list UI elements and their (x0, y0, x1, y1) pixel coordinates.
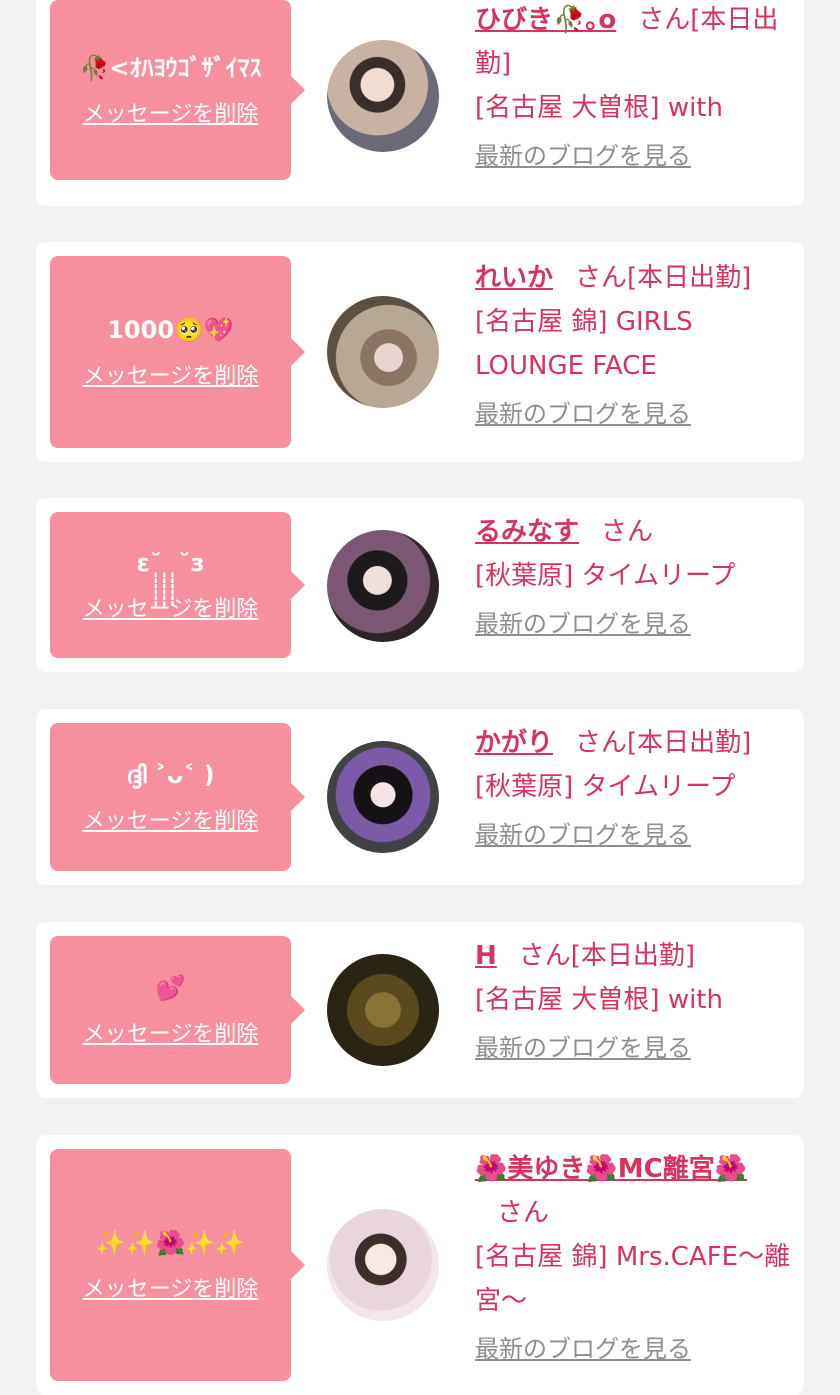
profile-info: るみなす さん [秋葉原] タイムリープ 最新のブログを見る (475, 510, 795, 646)
honorific: さん (518, 941, 571, 971)
avatar[interactable] (327, 741, 439, 853)
message-text: ε˘̩̩̩̩̩̩ ̩̩̩̩̩̩ ̩̩̩̩̩̩˘з (136, 549, 205, 577)
profile-name-link[interactable]: るみなす (475, 517, 579, 547)
profile-name-link[interactable]: 🌺美ゆき🌺MC離宮🌺 (475, 1154, 747, 1184)
shop-label: [名古屋 錦] GIRLS LOUNGE FACE (475, 307, 693, 381)
delete-message-link[interactable]: メッセージを削除 (83, 358, 259, 390)
latest-blog-link[interactable]: 最新のブログを見る (475, 608, 691, 640)
profile-info: H さん[本日出勤] [名古屋 大曽根] with 最新のブログを見る (475, 934, 795, 1070)
avatar[interactable] (327, 1209, 439, 1321)
message-card: ε˘̩̩̩̩̩̩ ̩̩̩̩̩̩ ̩̩̩̩̩̩˘з メッセージを削除 るみなす さん… (36, 498, 804, 672)
latest-blog-link[interactable]: 最新のブログを見る (475, 398, 691, 430)
message-text: ദ്ദി ˃ᴗ˂ ) (126, 761, 215, 789)
delete-message-link[interactable]: メッセージを削除 (83, 803, 259, 835)
profile-info: れいか さん[本日出勤] [名古屋 錦] GIRLS LOUNGE FACE 最新… (475, 256, 795, 436)
message-card: ✨✨🌺✨✨ メッセージを削除 🌺美ゆき🌺MC離宮🌺 さん [名古屋 錦] Mrs.… (36, 1135, 804, 1395)
message-text: 1000🥺💖 (107, 316, 234, 344)
shop-label: [名古屋 大曽根] with (475, 985, 723, 1015)
status-badge: [本日出勤] (570, 941, 696, 971)
message-card: 💕 メッセージを削除 H さん[本日出勤] [名古屋 大曽根] with 最新のブ… (36, 922, 804, 1098)
profile-info: かがり さん[本日出勤] [秋葉原] タイムリープ 最新のブログを見る (475, 721, 795, 857)
honorific: さん (601, 517, 654, 547)
profile-name-link[interactable]: H (475, 941, 497, 971)
profile-info: ひびき🥀｡o さん[本日出勤] [名古屋 大曽根] with 最新のブログを見る (475, 0, 795, 178)
message-bubble: 💕 メッセージを削除 (50, 936, 305, 1084)
honorific: さん (497, 1198, 550, 1228)
honorific: さん (575, 263, 628, 293)
latest-blog-link[interactable]: 最新のブログを見る (475, 1032, 691, 1064)
message-bubble: ✨✨🌺✨✨ メッセージを削除 (50, 1149, 305, 1381)
profile-name-link[interactable]: れいか (475, 263, 553, 293)
profile-info: 🌺美ゆき🌺MC離宮🌺 さん [名古屋 錦] Mrs.CAFE～離宮～ 最新のブログ… (475, 1147, 795, 1371)
shop-label: [秋葉原] タイムリープ (475, 772, 736, 802)
status-badge: [本日出勤] (627, 263, 752, 293)
message-text: 🥀<ｵﾊﾖｳｺﾞｻﾞｲﾏｽ (79, 54, 262, 82)
delete-message-link[interactable]: メッセージを削除 (83, 1016, 259, 1048)
message-bubble: ദ്ദി ˃ᴗ˂ ) メッセージを削除 (50, 723, 305, 871)
latest-blog-link[interactable]: 最新のブログを見る (475, 140, 691, 172)
profile-name-link[interactable]: かがり (475, 728, 553, 758)
delete-message-link[interactable]: メッセージを削除 (83, 591, 259, 623)
message-card: 🥀<ｵﾊﾖｳｺﾞｻﾞｲﾏｽ メッセージを削除 ひびき🥀｡o さん[本日出勤] [名… (36, 0, 804, 206)
latest-blog-link[interactable]: 最新のブログを見る (475, 1333, 691, 1365)
shop-label: [名古屋 大曽根] with (475, 93, 723, 123)
avatar[interactable] (327, 530, 439, 642)
avatar[interactable] (327, 954, 439, 1066)
status-badge: [本日出勤] (627, 728, 752, 758)
latest-blog-link[interactable]: 最新のブログを見る (475, 819, 691, 851)
delete-message-link[interactable]: メッセージを削除 (83, 96, 259, 128)
shop-label: [秋葉原] タイムリープ (475, 561, 736, 591)
avatar[interactable] (327, 296, 439, 408)
message-card: ദ്ദി ˃ᴗ˂ ) メッセージを削除 かがり さん[本日出勤] [秋葉原] タイ… (36, 709, 804, 885)
message-bubble: 1000🥺💖 メッセージを削除 (50, 256, 305, 448)
honorific: さん (575, 728, 628, 758)
honorific: さん (638, 5, 691, 35)
avatar[interactable] (327, 40, 439, 152)
message-bubble: 🥀<ｵﾊﾖｳｺﾞｻﾞｲﾏｽ メッセージを削除 (50, 0, 305, 180)
shop-label: [名古屋 錦] Mrs.CAFE～離宮～ (475, 1242, 791, 1316)
message-bubble: ε˘̩̩̩̩̩̩ ̩̩̩̩̩̩ ̩̩̩̩̩̩˘з メッセージを削除 (50, 512, 305, 658)
profile-name-link[interactable]: ひびき🥀｡o (475, 5, 616, 35)
delete-message-link[interactable]: メッセージを削除 (83, 1271, 259, 1303)
message-card: 1000🥺💖 メッセージを削除 れいか さん[本日出勤] [名古屋 錦] GIRL… (36, 242, 804, 462)
message-text: 💕 (155, 974, 186, 1002)
message-text: ✨✨🌺✨✨ (95, 1229, 246, 1257)
